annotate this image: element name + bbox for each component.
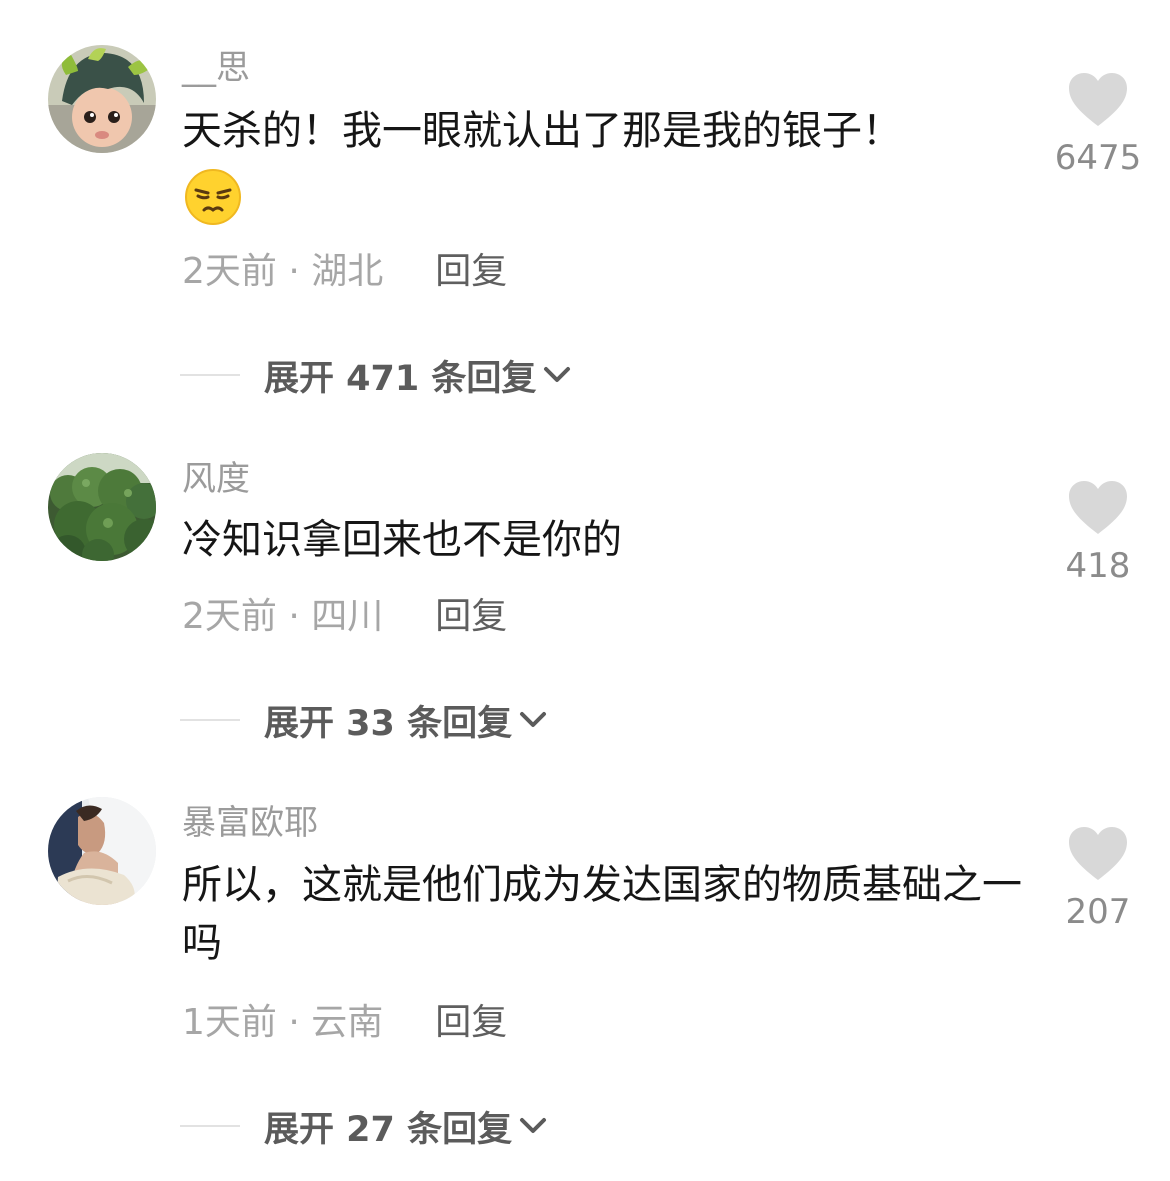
comment-text: 冷知识拿回来也不是你的: [182, 517, 622, 563]
like-count: 6475: [1054, 138, 1142, 178]
expand-replies-label: 展开 33 条回复: [264, 703, 513, 744]
like-count: 418: [1065, 546, 1131, 586]
comment-meta: 1天前 · 云南 回复: [182, 995, 507, 1043]
heart-icon: [1069, 73, 1127, 126]
comment-text: 天杀的！我一眼就认出了那是我的银子！: [182, 108, 902, 154]
expand-replies-label: 展开 27 条回复: [264, 1109, 513, 1150]
time-location: 2天前 · 湖北: [182, 251, 384, 292]
chevron-down-icon: [520, 712, 547, 727]
expand-replies-button[interactable]: 展开 33 条回复: [180, 696, 548, 744]
time-location: 1天前 · 云南: [182, 1002, 384, 1043]
bride-photo-avatar-icon: [48, 797, 156, 905]
comment-text: 所以，这就是他们成为发达国家的物质基础之一吗: [182, 862, 1022, 966]
expand-replies-button[interactable]: 展开 471 条回复: [180, 351, 572, 399]
reply-button[interactable]: 回复: [435, 242, 507, 294]
username[interactable]: 风度: [182, 459, 250, 499]
reply-button[interactable]: 回复: [435, 587, 507, 639]
like-button[interactable]: 6475: [1040, 72, 1156, 178]
like-button[interactable]: 207: [1040, 826, 1156, 932]
expand-replies-label: 展开 471 条回复: [264, 358, 537, 399]
comment-thread-screen: { "comments": [ { "username": "__思", "te…: [0, 0, 1170, 1181]
username[interactable]: 暴富欧耶: [182, 803, 318, 843]
comment-meta: 2天前 · 湖北 回复: [182, 244, 507, 292]
broccoli-avatar-icon: [48, 453, 156, 561]
comment-meta: 2天前 · 四川 回复: [182, 589, 507, 637]
child-avatar-icon: [48, 45, 156, 153]
divider-line: [180, 1125, 240, 1127]
chevron-down-icon: [520, 1118, 547, 1133]
like-button[interactable]: 418: [1040, 480, 1156, 586]
user-avatar[interactable]: [48, 453, 156, 561]
smirk-face-emoji-icon: [185, 169, 241, 225]
user-avatar[interactable]: [48, 797, 156, 905]
time-location: 2天前 · 四川: [182, 596, 384, 637]
divider-line: [180, 719, 240, 721]
divider-line: [180, 374, 240, 376]
chevron-down-icon: [544, 367, 571, 382]
reply-button[interactable]: 回复: [435, 993, 507, 1045]
heart-icon: [1069, 827, 1127, 880]
expand-replies-button[interactable]: 展开 27 条回复: [180, 1102, 548, 1150]
heart-icon: [1069, 481, 1127, 534]
like-count: 207: [1065, 892, 1131, 932]
username[interactable]: __思: [182, 48, 250, 88]
user-avatar[interactable]: [48, 45, 156, 153]
